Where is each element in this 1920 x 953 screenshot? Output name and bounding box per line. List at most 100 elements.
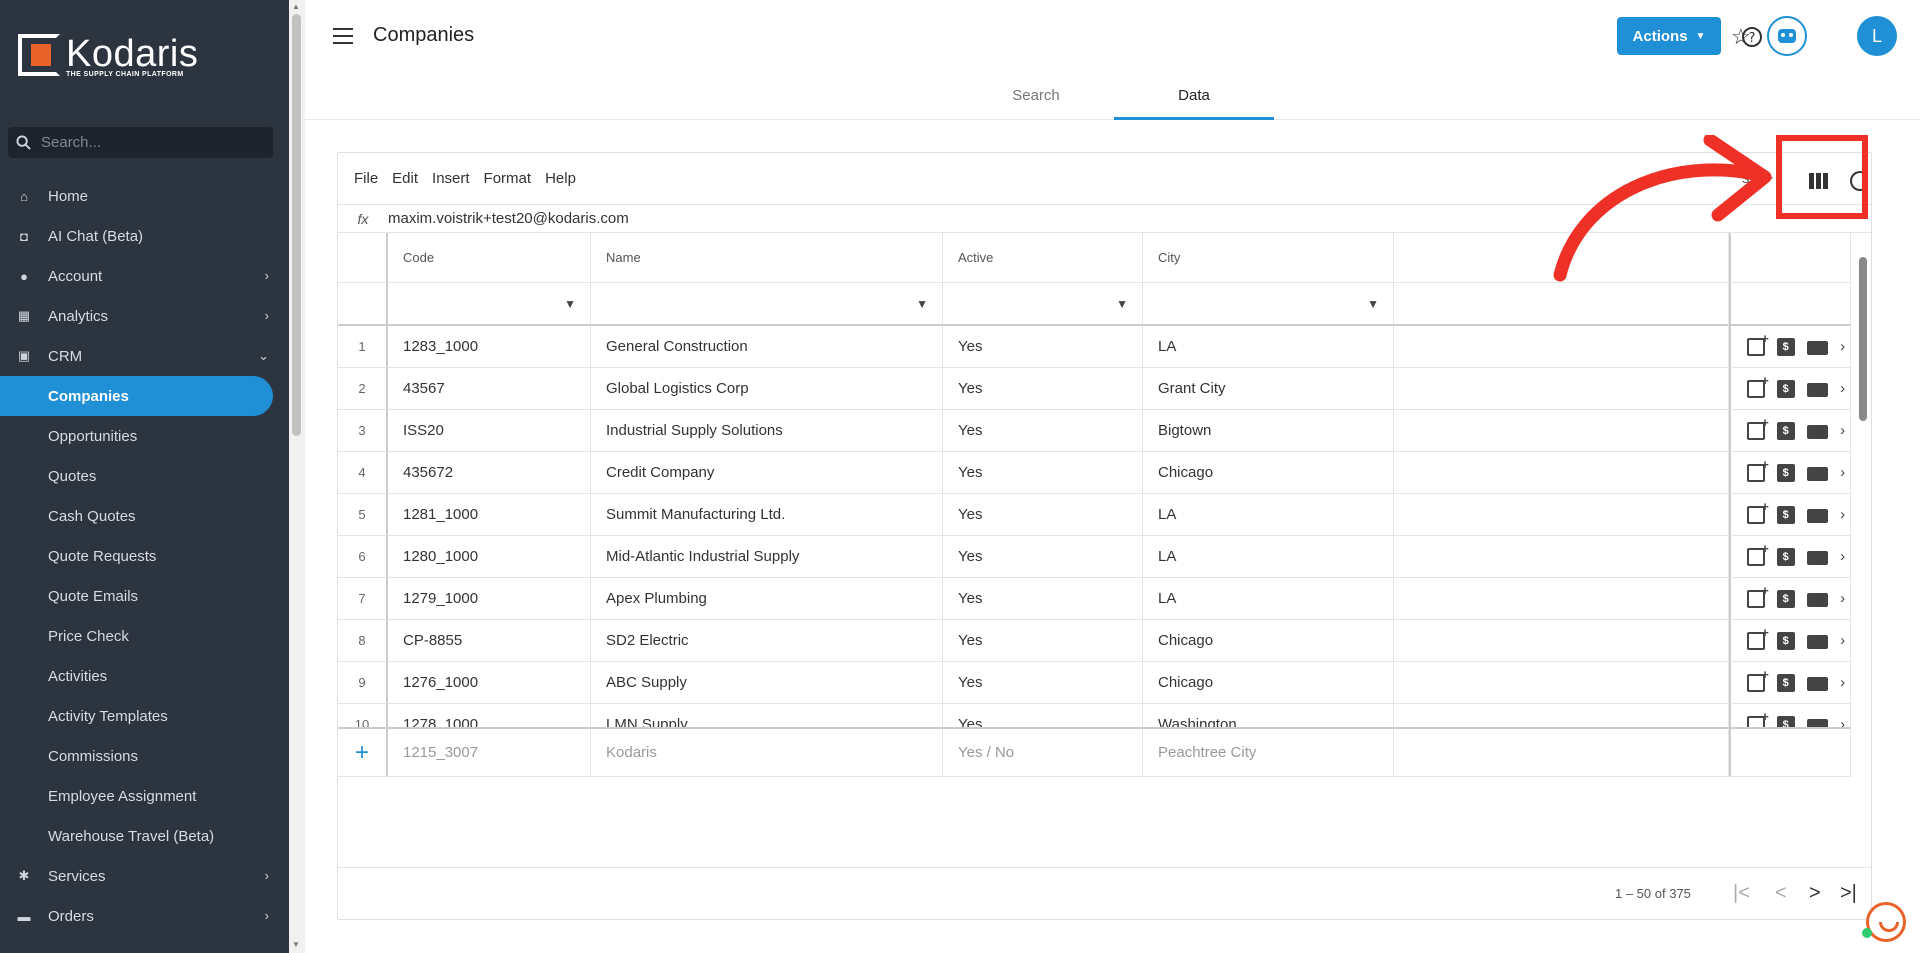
new-order-truck-icon[interactable] — [1806, 676, 1829, 691]
filter-code[interactable]: ▼ — [388, 283, 591, 326]
sidebar-scroll-thumb[interactable] — [292, 14, 301, 436]
chevron-right-icon[interactable]: › — [1840, 380, 1850, 397]
actions-button[interactable]: Actions ▼ — [1617, 17, 1721, 55]
menu-insert[interactable]: Insert — [432, 170, 470, 187]
menu-help[interactable]: Help — [545, 170, 576, 187]
chevron-right-icon[interactable]: › — [265, 868, 269, 883]
cell-city[interactable]: LA — [1143, 494, 1394, 536]
cell-city[interactable]: Grant City — [1143, 368, 1394, 410]
new-order-truck-icon[interactable] — [1806, 340, 1829, 355]
add-note-icon[interactable] — [1747, 373, 1769, 398]
add-note-icon[interactable] — [1747, 415, 1769, 440]
cell-city[interactable]: LA — [1143, 326, 1394, 368]
new-order-truck-icon[interactable] — [1806, 550, 1829, 565]
new-quote-icon[interactable]: $ — [1776, 337, 1795, 356]
chevron-down-icon[interactable]: ⌄ — [258, 348, 269, 364]
column-header-active[interactable]: Active — [943, 233, 1143, 283]
cell-empty[interactable] — [1394, 704, 1729, 727]
sidebar-search[interactable] — [8, 127, 273, 158]
sidebar-item-cash-quotes[interactable]: Cash Quotes — [0, 496, 289, 536]
filter-active[interactable]: ▼ — [943, 283, 1143, 326]
cell-empty[interactable] — [1394, 578, 1729, 620]
filter-icon[interactable]: ▼ — [1116, 297, 1128, 311]
cell-city[interactable]: LA — [1143, 578, 1394, 620]
new-row-name-placeholder[interactable]: Kodaris — [591, 727, 943, 777]
grid-scroll-thumb[interactable] — [1859, 257, 1867, 421]
sidebar-item-activities[interactable]: Activities — [0, 656, 289, 696]
new-order-truck-icon[interactable] — [1806, 508, 1829, 523]
grid-scrollbar[interactable] — [1856, 251, 1870, 855]
sidebar-item-warehouse-travel-beta[interactable]: Warehouse Travel (Beta) — [0, 816, 289, 856]
cell-code[interactable]: ISS20 — [388, 410, 591, 452]
table-row[interactable]: 71279_1000Apex PlumbingYesLA$› — [338, 578, 1873, 620]
ai-assistant-button[interactable] — [1767, 16, 1807, 56]
new-quote-icon[interactable]: $ — [1776, 463, 1795, 482]
cell-empty[interactable] — [1394, 326, 1729, 368]
cell-code[interactable]: 1279_1000 — [388, 578, 591, 620]
cell-code[interactable]: 1280_1000 — [388, 536, 591, 578]
add-note-icon[interactable] — [1747, 457, 1769, 482]
cell-empty[interactable] — [1394, 536, 1729, 578]
chevron-right-icon[interactable]: › — [265, 908, 269, 923]
table-row[interactable]: 8CP-8855SD2 ElectricYesChicago$› — [338, 620, 1873, 662]
cell-empty[interactable] — [1394, 368, 1729, 410]
cell-name[interactable]: LMN Supply — [591, 704, 943, 727]
help-icon[interactable]: ? — [1741, 26, 1763, 48]
cell-active[interactable]: Yes — [943, 704, 1143, 727]
new-quote-icon[interactable]: $ — [1776, 673, 1795, 692]
new-order-truck-icon[interactable] — [1806, 592, 1829, 607]
cell-code[interactable]: 1283_1000 — [388, 326, 591, 368]
table-row[interactable]: 91276_1000ABC SupplyYesChicago$› — [338, 662, 1873, 704]
cell-city[interactable]: Chicago — [1143, 662, 1394, 704]
cell-city[interactable]: Bigtown — [1143, 410, 1394, 452]
first-page-icon[interactable]: |< — [1733, 882, 1750, 905]
filter-city[interactable]: ▼ — [1143, 283, 1394, 326]
cell-code[interactable]: 1281_1000 — [388, 494, 591, 536]
sidebar-item-companies[interactable]: Companies — [0, 376, 273, 416]
add-row-icon[interactable]: + — [338, 727, 388, 777]
new-row-city-placeholder[interactable]: Peachtree City — [1143, 727, 1394, 777]
filter-icon[interactable]: ▼ — [1367, 297, 1379, 311]
cell-name[interactable]: Mid-Atlantic Industrial Supply — [591, 536, 943, 578]
chevron-right-icon[interactable]: › — [1840, 506, 1850, 523]
new-row-active-placeholder[interactable]: Yes / No — [943, 727, 1143, 777]
new-row[interactable]: + 1215_3007 Kodaris Yes / No Peachtree C… — [338, 727, 1873, 777]
sidebar-item-quotes[interactable]: Quotes — [0, 456, 289, 496]
new-order-truck-icon[interactable] — [1806, 424, 1829, 439]
new-order-truck-icon[interactable] — [1806, 382, 1829, 397]
cell-empty[interactable] — [1394, 494, 1729, 536]
cell-code[interactable]: CP-8855 — [388, 620, 591, 662]
cell-active[interactable]: Yes — [943, 536, 1143, 578]
filter-icon[interactable]: ▼ — [564, 297, 576, 311]
cell-code[interactable]: 435672 — [388, 452, 591, 494]
chevron-right-icon[interactable]: › — [1840, 590, 1850, 607]
chevron-right-icon[interactable]: › — [265, 268, 269, 283]
cell-name[interactable]: SD2 Electric — [591, 620, 943, 662]
cell-name[interactable]: General Construction — [591, 326, 943, 368]
new-quote-icon[interactable]: $ — [1776, 631, 1795, 650]
new-quote-icon[interactable]: $ — [1776, 589, 1795, 608]
add-note-icon[interactable] — [1747, 625, 1769, 650]
new-order-truck-icon[interactable] — [1806, 718, 1829, 727]
cell-active[interactable]: Yes — [943, 494, 1143, 536]
cell-active[interactable]: Yes — [943, 368, 1143, 410]
hamburger-menu-icon[interactable] — [333, 28, 353, 49]
table-row[interactable]: 101278_1000LMN SupplyYesWashington$› — [338, 704, 1873, 727]
cell-active[interactable]: Yes — [943, 410, 1143, 452]
chevron-right-icon[interactable]: › — [1840, 674, 1850, 691]
filter-name[interactable]: ▼ — [591, 283, 943, 326]
add-note-icon[interactable] — [1747, 583, 1769, 608]
cell-name[interactable]: Credit Company — [591, 452, 943, 494]
chevron-right-icon[interactable]: › — [1840, 716, 1850, 727]
add-note-icon[interactable] — [1747, 331, 1769, 356]
sidebar-item-price-check[interactable]: Price Check — [0, 616, 289, 656]
table-row[interactable]: 11283_1000General ConstructionYesLA$› — [338, 326, 1873, 368]
cell-code[interactable]: 43567 — [388, 368, 591, 410]
cell-code[interactable]: 1276_1000 — [388, 662, 591, 704]
cell-empty[interactable] — [1394, 452, 1729, 494]
chevron-right-icon[interactable]: › — [1840, 338, 1850, 355]
cell-active[interactable]: Yes — [943, 326, 1143, 368]
cell-city[interactable]: LA — [1143, 536, 1394, 578]
add-note-icon[interactable] — [1747, 667, 1769, 692]
add-note-icon[interactable] — [1747, 499, 1769, 524]
